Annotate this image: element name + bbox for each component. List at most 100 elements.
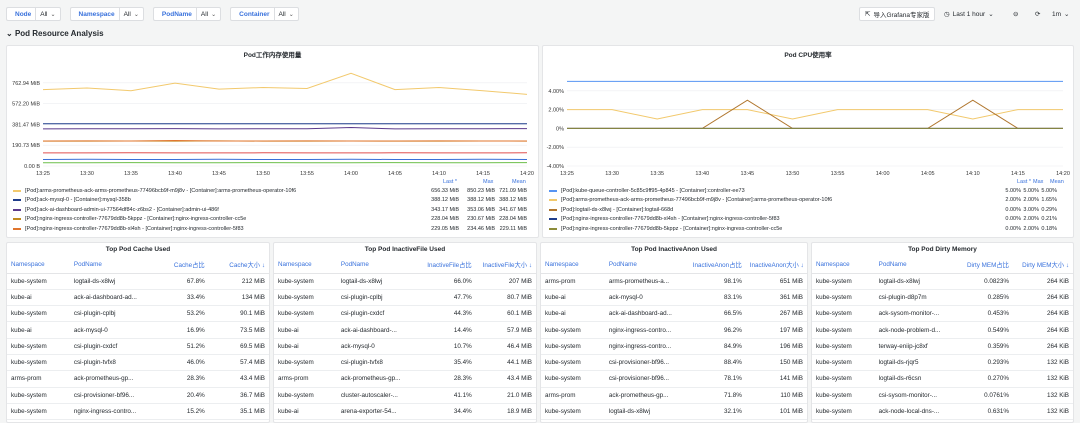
legend-item[interactable]: [Pod]:ack-ai-dashboard-admin-ui-77564df8… <box>13 205 533 214</box>
table-cell: kube-ai <box>274 403 337 421</box>
legend-header-mean[interactable]: Mean <box>512 179 526 185</box>
x-tick-label: 13:45 <box>740 171 754 177</box>
table-cell: 132 KiB <box>1012 370 1073 388</box>
container-variable-label: Container <box>230 7 274 21</box>
zoom-out-button[interactable]: ⊖ <box>1013 7 1018 21</box>
y-tick-label: 4.00% <box>548 89 564 95</box>
table-cell: ack-prometheus-gp... <box>336 370 416 388</box>
legend-item[interactable]: [Pod]:arms-prometheus-ack-arms-prometheu… <box>549 196 1069 205</box>
table-cell: 134 MiB <box>208 289 269 307</box>
table-cell: csi-plugin-cxdcf <box>69 338 149 355</box>
legend-max-value: 388.12 MiB <box>467 197 495 203</box>
x-tick-label: 14:15 <box>1011 171 1025 177</box>
legend-header-max[interactable]: Max <box>483 179 493 185</box>
import-grafana-button[interactable]: ⇱ 导入Grafana专家版 <box>859 7 936 21</box>
column-header[interactable]: PodName <box>69 256 149 274</box>
legend-last-value: 343.17 MiB <box>431 206 459 213</box>
column-header[interactable]: PodName <box>336 256 416 274</box>
legend-item[interactable]: [Pod]:nginx-ingress-controller-77679dd8b… <box>13 215 533 224</box>
table-cell: kube-system <box>7 338 70 355</box>
legend-mean-value: 229.11 MiB <box>499 225 527 232</box>
table-cell: 0.0823% <box>952 273 1013 290</box>
legend-swatch <box>13 189 21 192</box>
column-header[interactable]: InactiveAnon大小 ↓ <box>745 256 807 274</box>
column-header[interactable]: InactiveFile占比 <box>415 256 476 274</box>
table-cell: 46.4 MiB <box>475 338 536 355</box>
column-header[interactable]: Dirty MEM大小 ↓ <box>1012 256 1073 274</box>
table-cell: kube-system <box>812 321 875 339</box>
container-variable-select[interactable]: All ⌄ <box>273 7 299 21</box>
table-cell: 44.1 MiB <box>475 354 536 372</box>
table-cell: kube-system <box>812 387 875 404</box>
time-picker[interactable]: ◷ Last 1 hour ⌄ <box>944 7 994 21</box>
column-header[interactable]: PodName <box>874 256 953 274</box>
legend-header-max[interactable]: Max <box>1033 179 1043 185</box>
legend-swatch <box>13 227 21 230</box>
table-row: kube-system csi-provisioner-bf96... 20.4% 3… <box>7 387 269 404</box>
legend-item[interactable]: [Pod]:kube-queue-controller-5c85c9ff95-4… <box>549 186 1069 195</box>
column-header[interactable]: Namespace <box>541 256 605 274</box>
x-tick-label: 14:10 <box>432 171 446 177</box>
series-line <box>567 109 1063 120</box>
column-header[interactable]: Namespace <box>812 256 875 274</box>
table-cell: kube-ai <box>274 338 337 355</box>
table-row: kube-system logtail-ds-x8lwj 32.1% 101 MiB <box>541 403 807 421</box>
legend-item[interactable]: [Pod]:ack-mysql-0 - [Container]:mysql-35… <box>13 196 533 205</box>
table-cell: 67.8% <box>148 273 209 290</box>
legend-swatch <box>549 189 557 192</box>
y-tick-label: 572.20 MiB <box>12 102 40 108</box>
column-header[interactable]: PodName <box>604 256 685 274</box>
table-cell: 44.3% <box>415 305 476 323</box>
legend-item[interactable]: [Pod]:logtail-ds-x8lwj - [Container]:log… <box>549 205 1069 214</box>
column-header[interactable]: Namespace <box>7 256 70 274</box>
y-tick-label: 190.73 MiB <box>12 143 40 149</box>
namespace-variable-value: All <box>123 10 131 18</box>
table-cell: kube-system <box>274 305 337 323</box>
table-row: arms-prom arms-prometheus-a... 98.1% 651 Mi… <box>541 273 807 290</box>
legend-series-name: [Pod]:nginx-ingress-controller-77679dd8b… <box>561 225 783 232</box>
x-tick-label: 14:00 <box>876 171 890 177</box>
table-cell: 212 MiB <box>208 273 269 290</box>
panel-title: Pod工作内存使用量 <box>243 52 302 59</box>
column-header[interactable]: InactiveFile大小 ↓ <box>475 256 536 274</box>
legend-last-value: 656.33 MiB <box>431 187 459 194</box>
table-cell: arms-prom <box>541 273 605 290</box>
column-header[interactable]: Namespace <box>274 256 337 274</box>
legend-header-last[interactable]: Last * <box>443 179 457 185</box>
refresh-button[interactable]: ⟳ <box>1035 7 1040 21</box>
table-cell: 71.8% <box>684 387 746 404</box>
namespace-variable-select[interactable]: All ⌄ <box>118 7 144 21</box>
legend-item[interactable]: [Pod]:nginx-ingress-controller-77679dd8b… <box>13 224 533 233</box>
row-header[interactable]: ⌄ Pod Resource Analysis <box>6 29 104 38</box>
refresh-interval-select[interactable]: 1m ⌄ <box>1052 7 1069 21</box>
legend-item[interactable]: [Pod]:nginx-ingress-controller-77679dd8b… <box>549 224 1069 233</box>
table-row: kube-ai ack-ai-dashboard-ad... 33.4% 134 Mi… <box>7 289 269 307</box>
column-header[interactable]: Dirty MEM占比 <box>952 256 1013 274</box>
table-cell: kube-system <box>274 354 337 372</box>
zoom-out-icon: ⊖ <box>1013 11 1019 18</box>
table-cell: csi-plugin-cxdcf <box>336 305 416 323</box>
table-cell: 132 KiB <box>1012 387 1073 404</box>
table-cell: 267 MiB <box>745 305 807 323</box>
table-cell: kube-system <box>7 403 70 421</box>
legend-header-last[interactable]: Last * <box>1017 179 1031 185</box>
column-header[interactable]: Cache大小 ↓ <box>208 256 269 274</box>
table-cell: 196 MiB <box>745 338 807 355</box>
column-header[interactable]: Cache占比 <box>148 256 209 274</box>
node-variable-select[interactable]: All ⌄ <box>35 7 61 21</box>
legend-item[interactable]: [Pod]:nginx-ingress-controller-77679dd8b… <box>549 215 1069 224</box>
column-header[interactable]: InactiveAnon占比 <box>684 256 746 274</box>
legend-header-mean[interactable]: Mean <box>1050 179 1064 185</box>
dirty-memory-table: Namespace PodName Dirty MEM占比 Dirty MEM大小 ↓… <box>812 256 1073 421</box>
table-row: arms-prom ack-prometheus-gp... 28.3% 43.4 M… <box>274 370 536 388</box>
chevron-down-icon: ⌄ <box>6 29 13 38</box>
table-cell: ack-ai-dashboard-ad... <box>69 289 149 307</box>
podname-variable-select[interactable]: All ⌄ <box>195 7 222 21</box>
table-row: kube-system logtail-ds-x8lwj 67.8% 212 MiB <box>7 273 269 290</box>
table-cell: 14.4% <box>415 321 476 339</box>
legend-last-value: 228.04 MiB <box>431 216 459 222</box>
legend-item[interactable]: [Pod]:arms-prometheus-ack-arms-prometheu… <box>13 186 533 195</box>
table-cell: kube-system <box>541 354 605 372</box>
x-tick-label: 14:00 <box>344 171 358 177</box>
node-variable-value: All <box>40 10 48 18</box>
